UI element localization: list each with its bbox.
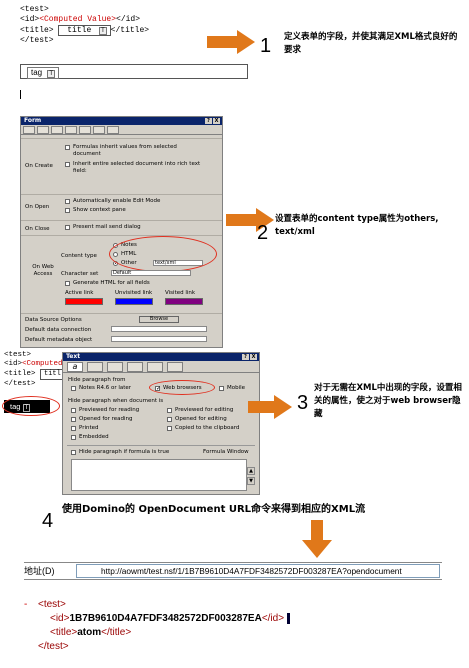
orange-arrow-icon bbox=[248, 395, 294, 419]
on-create-section: On Create Formulas inherit values from s… bbox=[21, 138, 222, 190]
step-number: 4 bbox=[42, 510, 54, 532]
tab-styles[interactable] bbox=[167, 362, 183, 372]
tab-strip bbox=[21, 125, 222, 135]
hide-formula-checkbox[interactable] bbox=[71, 450, 76, 455]
data-connection-input[interactable] bbox=[111, 326, 207, 332]
tab-security[interactable] bbox=[107, 126, 119, 134]
xml-result: - <test> <id>1B7B9610D4A7FDF3482572DF0032… bbox=[24, 598, 290, 654]
step-number: 2 bbox=[257, 222, 269, 244]
address-bar: 地址(D) http://aowmt/test.nsf/1/1B7B9610D4… bbox=[24, 562, 442, 580]
tab-hide-when[interactable] bbox=[147, 362, 163, 372]
tab-font[interactable]: a bbox=[67, 362, 83, 372]
text-properties-dialog: Text ? X a Hide paragraph from Notes R4.6… bbox=[62, 352, 260, 495]
on-close-section: On Close Present mail send dialog bbox=[21, 220, 222, 234]
step-text: 使用Domino的 OpenDocument URL命令来得到相应的XML流 bbox=[62, 504, 366, 515]
xml-line: <test> bbox=[20, 5, 49, 14]
highlight-ellipse bbox=[2, 396, 60, 416]
generate-html-checkbox[interactable] bbox=[65, 281, 70, 286]
scroll-up-icon[interactable]: ▲ bbox=[247, 467, 255, 475]
tab-alignment[interactable] bbox=[87, 362, 103, 372]
step-text: 对于无需在XML中出现的字段，设置相关的属性，使之对于web browser隐藏 bbox=[314, 383, 462, 419]
divider bbox=[67, 445, 255, 446]
previewed-editing-checkbox[interactable] bbox=[167, 408, 172, 413]
help-button[interactable]: ? bbox=[205, 118, 212, 124]
step-text: 定义表单的字段，并使其满足XML格式良好的要求 bbox=[284, 32, 458, 55]
tab-print[interactable] bbox=[93, 126, 105, 134]
xml-snippet: <test> <id><Computed Value></id> <title>… bbox=[20, 5, 149, 46]
on-open-section: On Open Automatically enable Edit Mode S… bbox=[21, 194, 222, 218]
tab-info[interactable] bbox=[23, 126, 35, 134]
formula-textarea[interactable] bbox=[71, 459, 247, 491]
tab-strip: a bbox=[63, 361, 259, 373]
dialog-title: Form ? X bbox=[21, 117, 222, 125]
form-properties-dialog: Form ? X On Create Formulas inherit value… bbox=[20, 116, 223, 348]
formulas-inherit-checkbox[interactable] bbox=[65, 145, 70, 150]
xml-line: <title> title T </title> bbox=[20, 25, 150, 36]
unvisited-link-color-swatch[interactable] bbox=[115, 298, 153, 305]
step-number: 3 bbox=[297, 392, 309, 414]
web-access-section: On Web Access Content type Notes HTML Ot… bbox=[21, 235, 222, 310]
down-arrow-icon bbox=[302, 520, 332, 560]
help-button[interactable]: ? bbox=[242, 354, 249, 360]
context-pane-checkbox[interactable] bbox=[65, 208, 70, 213]
orange-arrow-icon bbox=[226, 208, 276, 232]
url-input[interactable]: http://aowmt/test.nsf/1/1B7B9610D4A7FDF3… bbox=[76, 564, 440, 578]
tab-launch[interactable] bbox=[51, 126, 63, 134]
scroll-down-icon[interactable]: ▼ bbox=[247, 477, 255, 485]
auto-edit-checkbox[interactable] bbox=[65, 199, 70, 204]
copied-clipboard-checkbox[interactable] bbox=[167, 426, 172, 431]
tag-field-bar: tag T bbox=[20, 64, 248, 79]
collapse-toggle[interactable]: - bbox=[24, 598, 27, 612]
active-link-color-swatch[interactable] bbox=[65, 298, 103, 305]
tab-defaults[interactable] bbox=[37, 126, 49, 134]
step-number: 1 bbox=[260, 35, 272, 57]
notes-r46-checkbox[interactable] bbox=[71, 386, 76, 391]
close-button[interactable]: X bbox=[213, 118, 220, 124]
mail-send-checkbox[interactable] bbox=[65, 225, 70, 230]
opened-reading-checkbox[interactable] bbox=[71, 417, 76, 422]
xml-line: <id><Computed Value></id> bbox=[20, 15, 141, 24]
close-button[interactable]: X bbox=[250, 354, 257, 360]
tab-header[interactable] bbox=[79, 126, 91, 134]
tab-borders[interactable] bbox=[127, 362, 143, 372]
previewed-reading-checkbox[interactable] bbox=[71, 408, 76, 413]
mobile-checkbox[interactable] bbox=[219, 386, 224, 391]
highlight-ellipse bbox=[149, 380, 215, 395]
address-label: 地址(D) bbox=[24, 566, 55, 576]
inherit-entire-checkbox[interactable] bbox=[65, 162, 70, 167]
text-cursor bbox=[20, 90, 21, 99]
opened-editing-checkbox[interactable] bbox=[167, 417, 172, 422]
embedded-checkbox[interactable] bbox=[71, 435, 76, 440]
orange-arrow-icon bbox=[207, 30, 257, 54]
browse-button[interactable]: Browse bbox=[139, 316, 179, 323]
xml-line: </test> bbox=[20, 36, 54, 45]
metadata-object-input[interactable] bbox=[111, 336, 207, 342]
visited-link-color-swatch[interactable] bbox=[165, 298, 203, 305]
charset-select[interactable]: Default bbox=[111, 270, 191, 276]
printed-checkbox[interactable] bbox=[71, 426, 76, 431]
computed-value: <Computed Value> bbox=[39, 15, 117, 24]
tab-tabs[interactable] bbox=[107, 362, 123, 372]
data-source-section: Data Source Options Browse Default data … bbox=[21, 313, 222, 347]
title-field: title T bbox=[58, 25, 111, 36]
step-text: 设置表单的content type属性为others, text/xml bbox=[275, 214, 439, 237]
text-cursor bbox=[286, 612, 290, 624]
highlight-ellipse bbox=[109, 236, 217, 272]
tab-background[interactable] bbox=[65, 126, 77, 134]
dialog-title: Text ? X bbox=[63, 353, 259, 361]
tag-field: tag T bbox=[27, 67, 60, 79]
